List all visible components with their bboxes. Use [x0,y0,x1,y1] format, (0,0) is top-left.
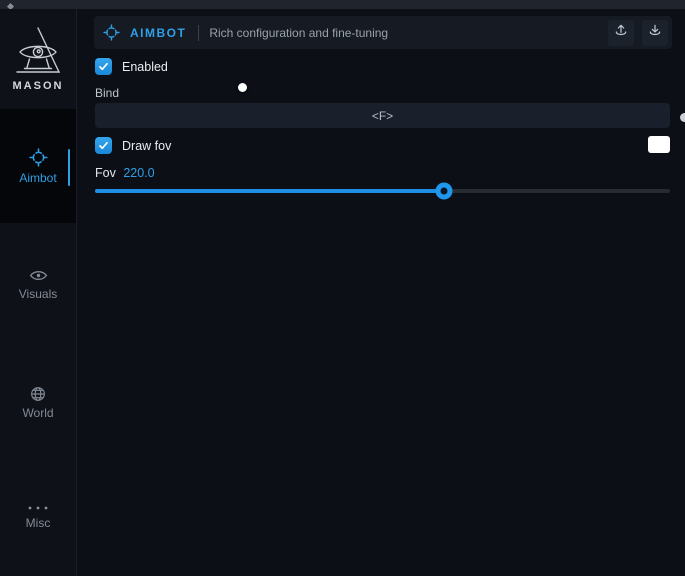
sidebar-item-visuals[interactable]: Visuals [0,268,76,301]
upload-icon [613,23,629,42]
secondary-cursor-dot [680,113,685,122]
checkmark-icon [98,140,109,151]
checkmark-icon [98,61,109,72]
bind-input[interactable]: <F> [95,103,670,128]
enabled-checkbox[interactable] [95,58,112,75]
draw-fov-checkbox[interactable] [95,137,112,154]
fov-slider-handle[interactable] [436,183,453,200]
crosshair-icon [0,148,76,167]
app-window: MASON Aimbot Visuals [0,0,685,576]
app-logo: MASON [0,26,76,92]
fov-slider[interactable] [95,181,670,199]
main-panel: AIMBOT Rich configuration and fine-tunin… [77,9,685,576]
app-title: MASON [0,80,76,92]
eye-icon [0,268,76,283]
pyramid-eye-icon [0,26,76,76]
fov-value-row: Fov 220.0 [95,166,155,180]
bind-label: Bind [95,86,119,100]
crosshair-icon [103,24,120,41]
globe-icon [0,386,76,402]
page-title: AIMBOT [130,26,186,40]
page-subtitle: Rich configuration and fine-tuning [209,26,388,40]
sidebar-item-label: World [0,406,76,420]
mouse-cursor-dot [238,83,247,92]
fov-value: 220.0 [123,166,154,180]
sidebar-item-world[interactable]: World [0,386,76,420]
sidebar-item-label: Visuals [0,287,76,301]
sidebar-item-label: Misc [0,516,76,530]
active-tab-indicator [68,149,70,186]
sidebar-item-label: Aimbot [0,171,76,185]
page-header: AIMBOT Rich configuration and fine-tunin… [94,16,672,49]
header-divider [198,25,199,41]
enabled-label: Enabled [122,60,168,74]
window-top-strip [0,0,685,9]
fov-color-swatch[interactable] [648,136,670,153]
upload-config-button[interactable] [608,20,634,46]
ellipsis-icon [0,504,76,512]
fov-label: Fov [95,166,116,180]
draw-fov-label: Draw fov [122,139,171,153]
fov-slider-fill [95,189,444,193]
sidebar-item-misc[interactable]: Misc [0,504,76,530]
download-config-button[interactable] [642,20,668,46]
download-icon [647,23,663,42]
sidebar: MASON Aimbot Visuals [0,9,76,576]
sidebar-item-aimbot[interactable]: Aimbot [0,148,76,185]
